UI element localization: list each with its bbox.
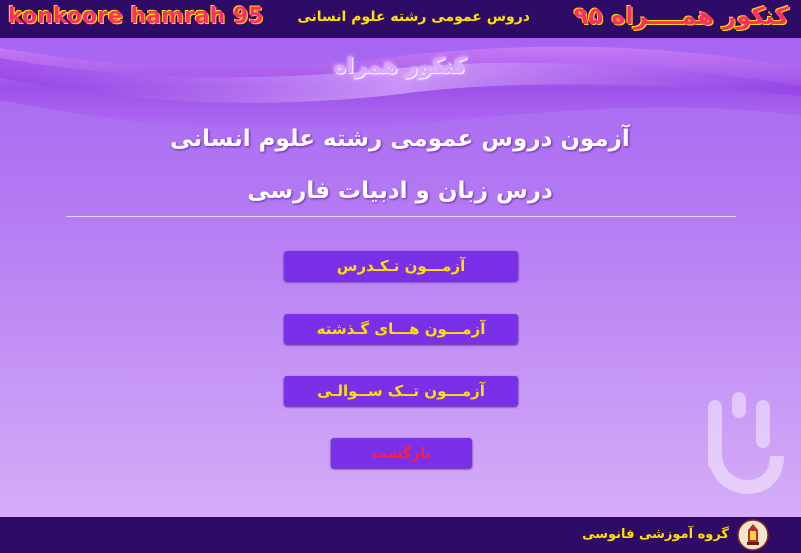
past-exams-button[interactable]: آزمـــون هـــای گـذشته	[284, 314, 518, 344]
ribbon-banner	[0, 46, 801, 128]
subject-heading: درس زبان و ادبیات فارسی	[247, 178, 553, 204]
single-question-exam-button[interactable]: آزمـــون تــک ســوالـی	[284, 376, 518, 406]
app-subtitle: دروس عمومی رشته علوم انسانی	[297, 9, 530, 25]
back-button[interactable]: بازگشت	[331, 438, 472, 468]
single-lesson-exam-button[interactable]: آزمـــون تـکـدرس	[284, 251, 518, 281]
ribbon-title: کنکور همراه	[333, 54, 467, 79]
bazaar-watermark-icon	[708, 392, 784, 494]
footer-credit: گروه آموزشی فانوسی	[582, 527, 729, 542]
app-title-english: konkoore hamrah 95	[8, 4, 264, 29]
exam-heading: آزمون دروس عمومی رشته علوم انسانی	[170, 126, 630, 152]
divider	[66, 216, 736, 217]
lantern-logo-icon	[737, 519, 769, 551]
app-title-persian: کنکور همــــراه ۹۵	[573, 2, 789, 30]
